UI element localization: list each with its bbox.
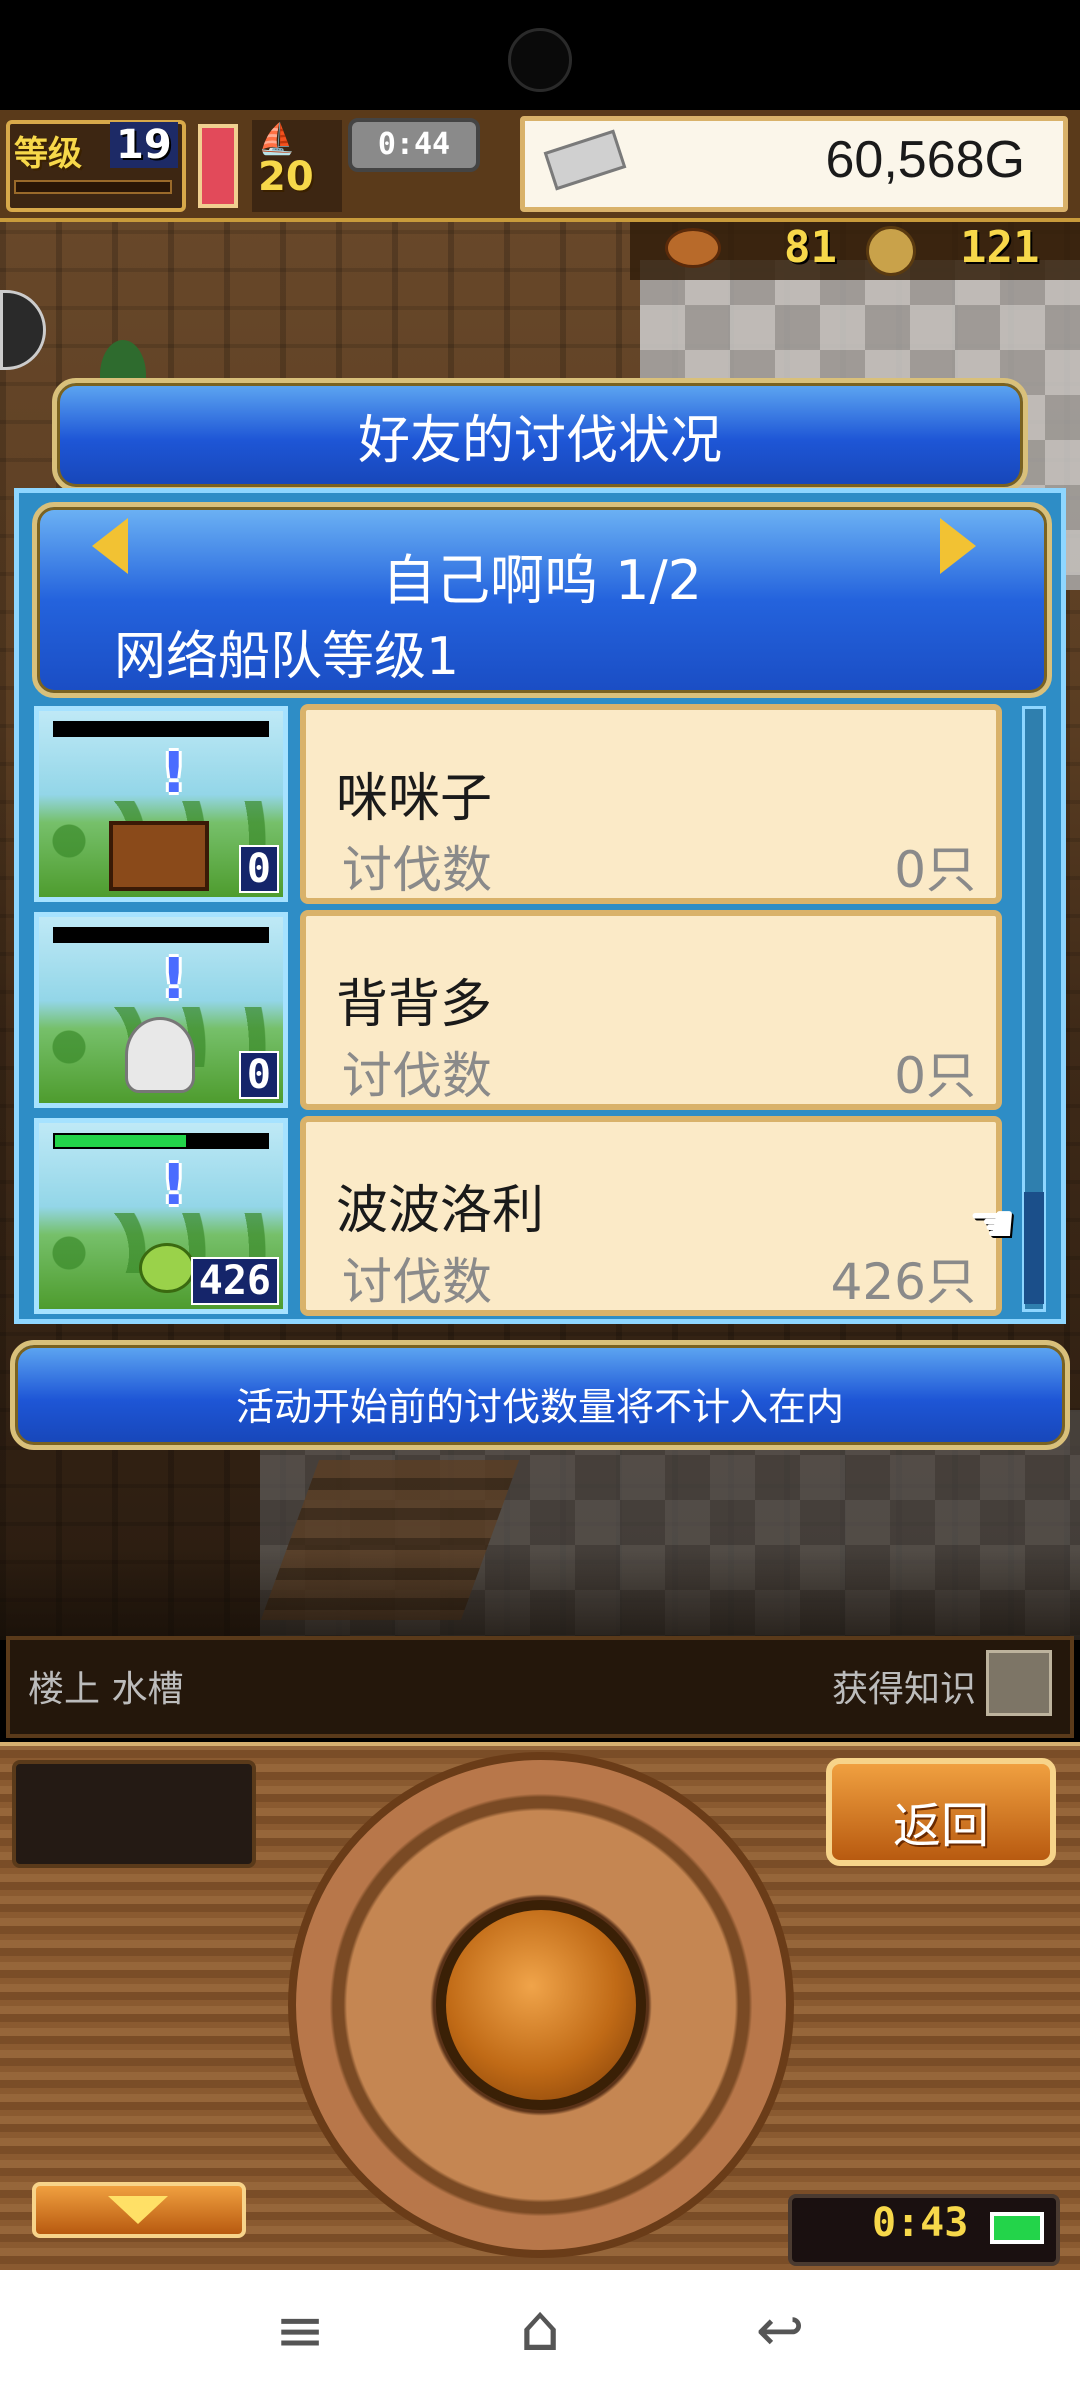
dpad-center-button[interactable] <box>436 1900 646 2110</box>
top-hud: 等级 19 ⛵ 20 0:44 60,568G <box>0 110 1080 222</box>
back-icon[interactable]: ↩ <box>740 2296 820 2364</box>
alert-icon: ! <box>161 741 187 806</box>
scrollbar-thumb[interactable] <box>1024 1192 1044 1304</box>
slime-monster-icon <box>139 1243 195 1293</box>
monster-thumbnail: ! 0 <box>34 706 288 902</box>
menu-slot[interactable] <box>12 1760 256 1868</box>
kill-count: 426只 <box>830 1253 976 1311</box>
monster-card[interactable]: 咪咪子 讨伐数 0只 <box>300 704 1002 904</box>
player-name: 自己啊呜 1/2 <box>381 549 703 612</box>
chevron-down-icon <box>108 2196 168 2224</box>
hp-bar <box>53 1133 269 1149</box>
top-timer: 0:44 <box>348 118 480 172</box>
monster-thumbnail: ! 0 <box>34 912 288 1108</box>
menu-icon[interactable]: ≡ <box>260 2296 340 2366</box>
resource-count-2: 121 <box>960 222 1040 273</box>
kill-label: 讨伐数 <box>342 1047 492 1105</box>
monster-name: 波波洛利 <box>336 1181 545 1241</box>
coin-icon <box>866 226 916 276</box>
monster-name: 背背多 <box>336 975 493 1035</box>
gold-value: 60,568G <box>825 131 1026 189</box>
hp-bar <box>53 721 269 737</box>
pointer-hand-icon: ☚ <box>968 1192 1017 1255</box>
level-value: 19 <box>110 122 178 168</box>
fist-icon[interactable] <box>986 1650 1052 1716</box>
hp-fill <box>55 1135 186 1147</box>
kill-badge: 426 <box>190 1257 279 1305</box>
dialog-title: 好友的讨伐状况 <box>357 411 722 471</box>
kill-label: 讨伐数 <box>342 841 492 899</box>
alert-icon: ! <box>161 947 187 1012</box>
fleet-level: 网络船队等级1 <box>114 627 460 687</box>
kill-badge: 0 <box>238 1051 279 1099</box>
back-button-label: 返回 <box>892 1798 989 1854</box>
system-nav-bar: ≡ ⌂ ↩ <box>0 2270 1080 2400</box>
monster-thumbnail: ! 426 <box>34 1118 288 1314</box>
monster-card[interactable]: 背背多 讨伐数 0只 <box>300 910 1002 1110</box>
stamina-bar <box>198 124 238 208</box>
monster-name: 咪咪子 <box>336 769 493 829</box>
chest-monster-icon <box>109 821 209 891</box>
exp-bar <box>14 180 172 194</box>
alert-icon: ! <box>161 1153 187 1218</box>
level-label: 等级 <box>14 134 82 174</box>
battery-icon <box>990 2212 1044 2244</box>
ship-icon: ⛵ <box>258 122 296 157</box>
kill-label: 讨伐数 <box>342 1253 492 1311</box>
game-clock: 0:43 <box>872 2200 969 2246</box>
kill-count: 0只 <box>894 1047 976 1105</box>
kill-count: 0只 <box>894 841 976 899</box>
notice-text: 活动开始前的讨伐数量将不计入在内 <box>235 1385 844 1429</box>
resource-count-1: 81 <box>784 222 837 273</box>
knowledge-label: 获得知识 <box>832 1669 977 1710</box>
kill-badge: 0 <box>238 845 279 893</box>
location-name: 楼上 水槽 <box>28 1669 184 1710</box>
scene-shadow <box>0 1550 1080 1640</box>
monster-card[interactable]: 波波洛利 讨伐数 426只 <box>300 1116 1002 1316</box>
meat-icon <box>665 228 721 268</box>
ghost-monster-icon <box>125 1017 195 1093</box>
hp-bar <box>53 927 269 943</box>
boat-count: 20 <box>258 154 314 200</box>
home-icon[interactable]: ⌂ <box>500 2292 580 2366</box>
camera-cutout <box>508 28 572 92</box>
